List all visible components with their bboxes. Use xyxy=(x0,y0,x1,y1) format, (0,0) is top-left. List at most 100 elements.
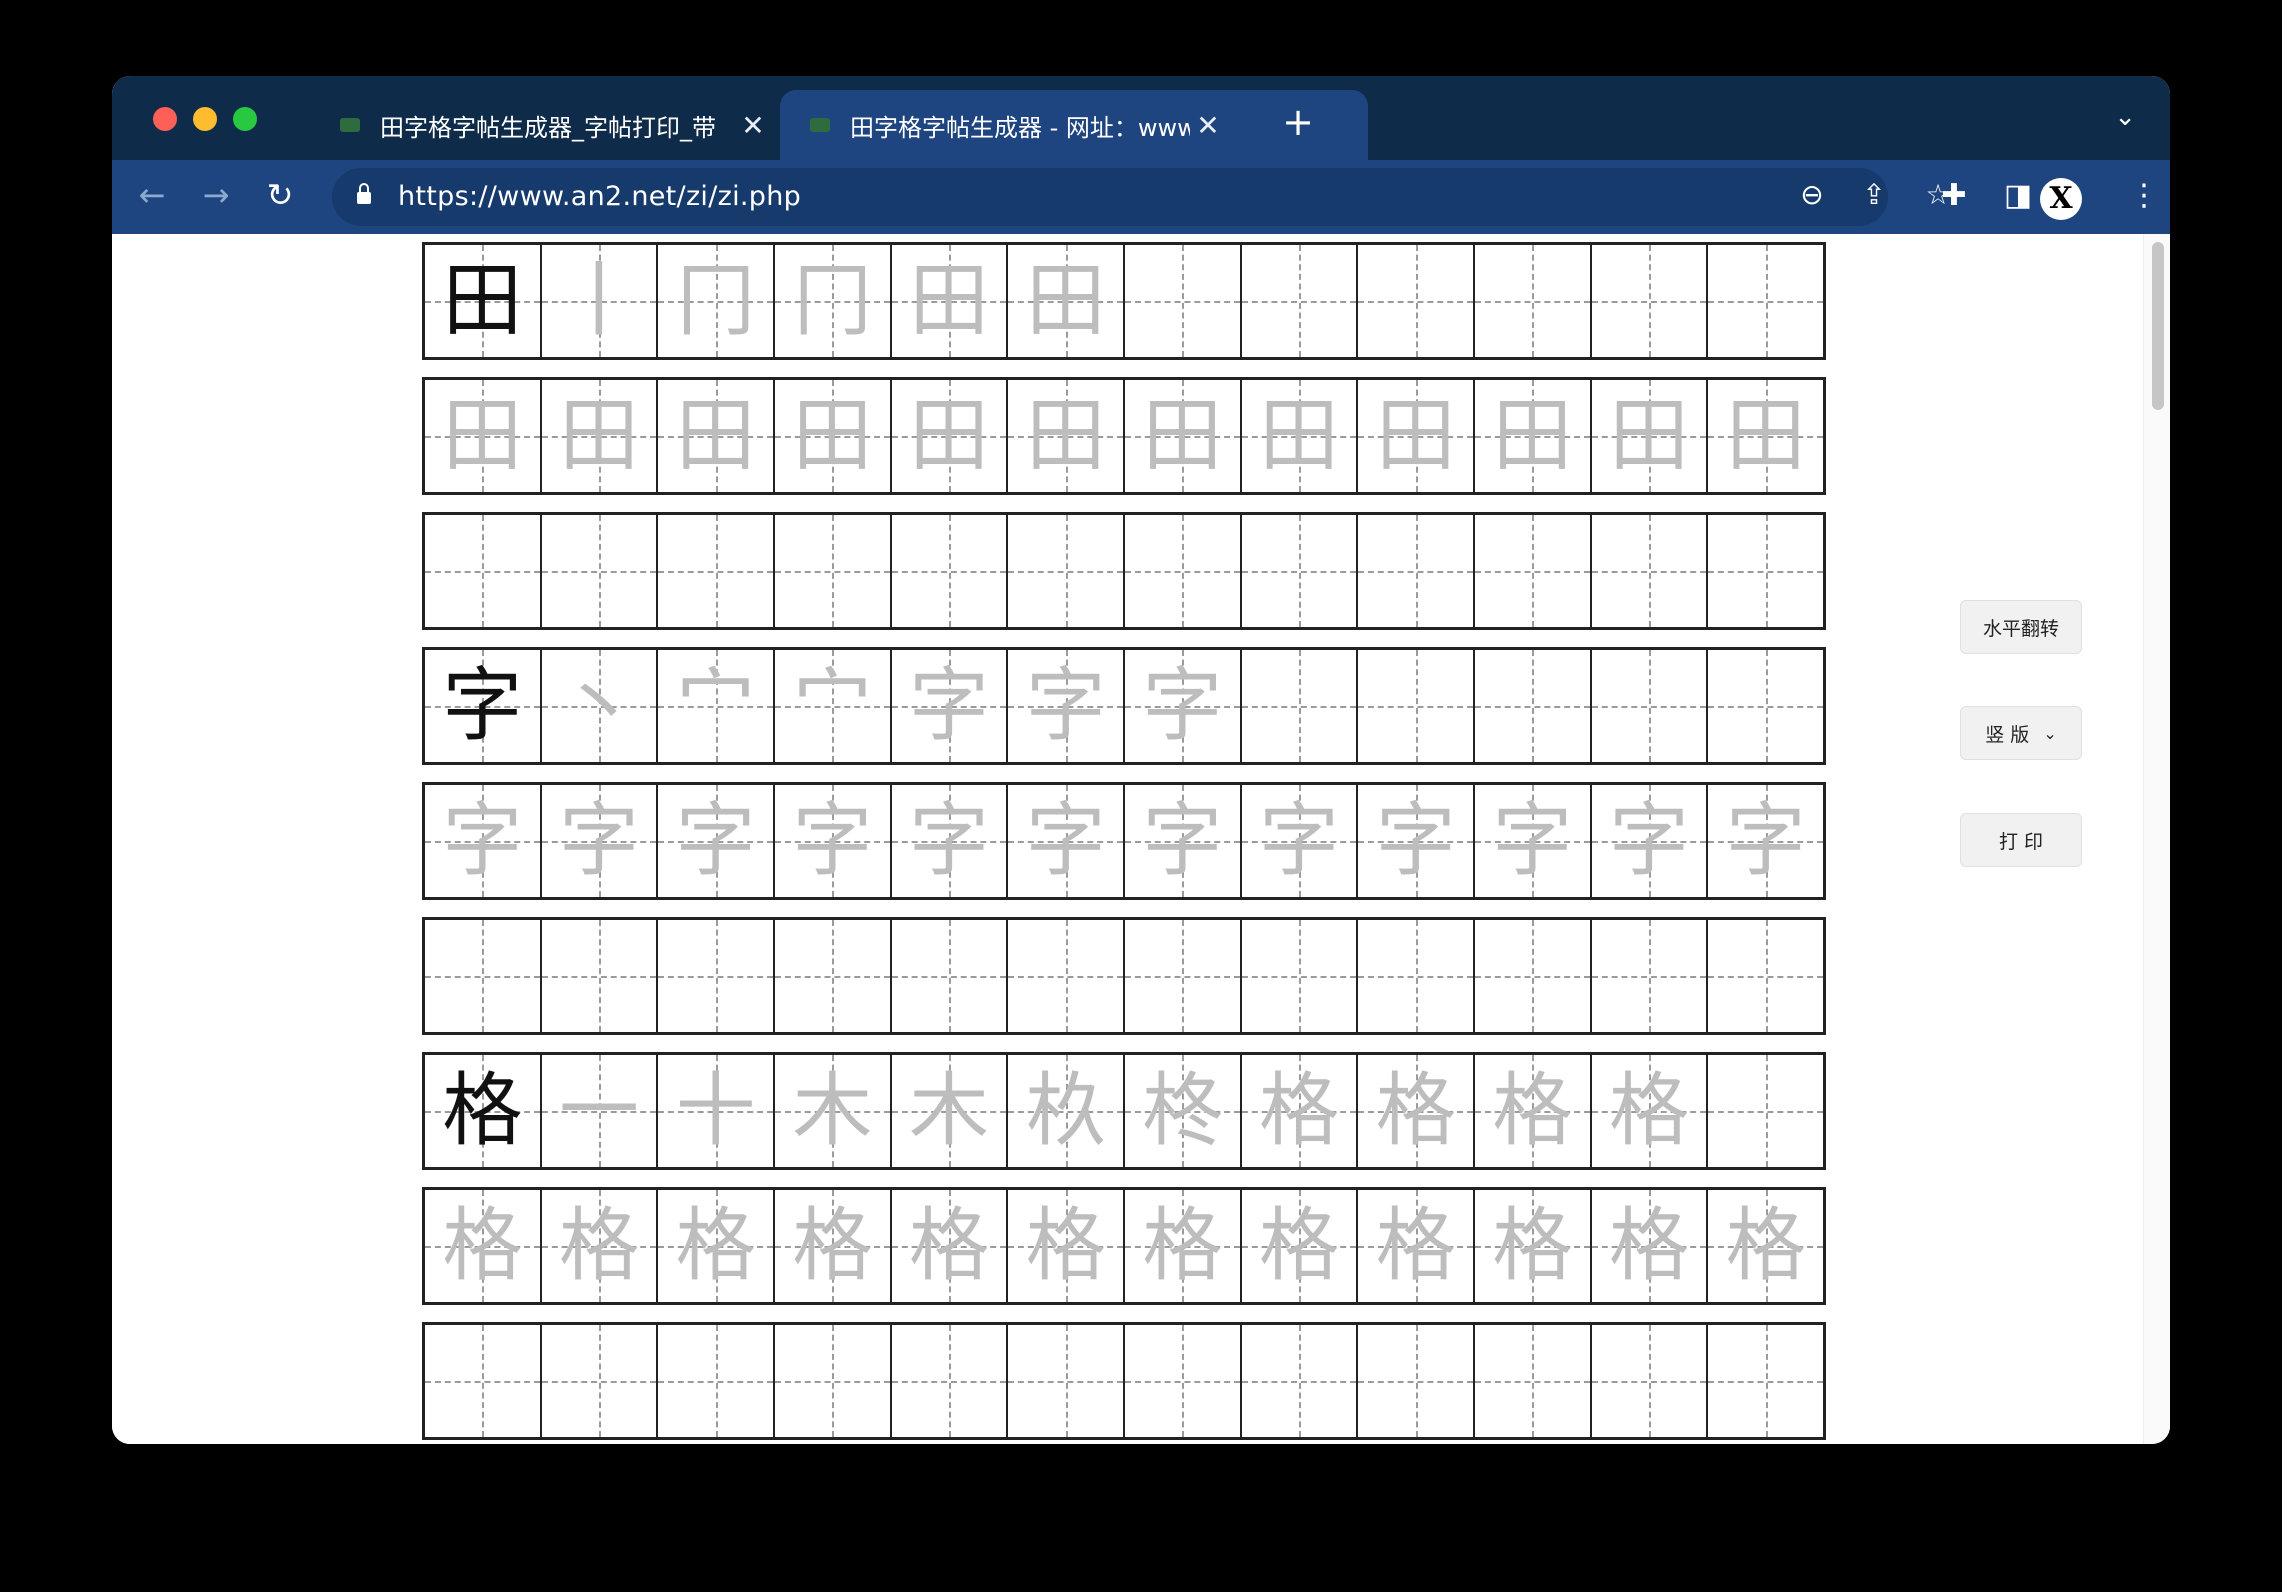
trace-character: 田 xyxy=(559,389,639,482)
tianzige-cell xyxy=(425,920,542,1032)
tianzige-cell xyxy=(425,1325,542,1437)
tianzige-cell xyxy=(425,515,542,627)
tianzige-cell xyxy=(1358,515,1476,627)
tianzige-cell: 宀 xyxy=(775,650,892,762)
trace-character: 格 xyxy=(909,1199,990,1292)
tianzige-cell xyxy=(658,920,776,1032)
trace-character: 丨 xyxy=(559,254,639,347)
zoom-icon[interactable]: ⊖ xyxy=(1792,178,1832,211)
extensions-puzzle-icon[interactable]: ✚ xyxy=(1934,178,1974,213)
trace-character: 字 xyxy=(1725,794,1806,887)
trace-character xyxy=(1358,920,1473,1032)
trace-character: 木 xyxy=(792,1064,873,1157)
tianzige-cell xyxy=(891,515,1009,627)
profile-avatar[interactable]: X xyxy=(2040,178,2082,220)
trace-character: 格 xyxy=(1492,1064,1573,1157)
grid-row-blank xyxy=(422,1322,1826,1440)
trace-character xyxy=(1592,920,1707,1032)
scrollbar[interactable] xyxy=(2143,234,2170,1444)
close-tab-icon[interactable]: ✕ xyxy=(1190,109,1226,142)
trace-character xyxy=(1475,920,1590,1032)
trace-character xyxy=(892,515,1007,627)
tianzige-cell: 格 xyxy=(425,1190,542,1302)
trace-character: 格 xyxy=(1609,1064,1690,1157)
url-text[interactable]: https://www.an2.net/zi/zi.php xyxy=(398,181,801,212)
trace-character: 字 xyxy=(1025,659,1106,752)
trace-character: 田 xyxy=(909,254,990,347)
trace-character: 田 xyxy=(1025,254,1106,347)
trace-character: 田 xyxy=(792,389,873,482)
trace-character xyxy=(1358,515,1473,627)
trace-character xyxy=(1358,650,1473,762)
menu-kebab-icon[interactable]: ⋮ xyxy=(2124,178,2164,213)
tianzige-cell: 田 xyxy=(658,380,776,492)
tianzige-cell xyxy=(1591,1325,1709,1437)
trace-character xyxy=(1242,650,1357,762)
tianzige-cell xyxy=(1008,1325,1126,1437)
trace-character: 字 xyxy=(1492,794,1573,887)
trace-character xyxy=(775,1325,890,1437)
trace-character xyxy=(658,920,773,1032)
trace-character: 格 xyxy=(1375,1199,1456,1292)
tianzige-cell xyxy=(1475,920,1592,1032)
tianzige-cell: 田 xyxy=(891,380,1009,492)
trace-character xyxy=(1008,515,1123,627)
model-character: 格 xyxy=(442,1064,523,1157)
trace-character: 字 xyxy=(1142,794,1223,887)
tab-search-chevron-icon[interactable]: ⌄ xyxy=(2114,102,2136,132)
favicon-icon xyxy=(340,118,360,132)
tianzige-cell: 杦 xyxy=(1008,1055,1126,1167)
trace-character: 字 xyxy=(559,794,639,887)
flip-horizontal-button[interactable]: 水平翻转 xyxy=(1960,600,2082,654)
tianzige-cell: 冂 xyxy=(658,245,776,357)
tianzige-cell: 木 xyxy=(775,1055,892,1167)
close-tab-icon[interactable]: ✕ xyxy=(735,109,771,142)
back-arrow-icon[interactable]: ← xyxy=(132,176,172,214)
trace-character: 格 xyxy=(792,1199,873,1292)
trace-character xyxy=(1008,920,1123,1032)
tianzige-cell: 格 xyxy=(1591,1190,1709,1302)
close-window-button[interactable] xyxy=(153,107,177,131)
trace-character xyxy=(542,515,657,627)
trace-character: 字 xyxy=(1025,794,1106,887)
trace-character xyxy=(425,515,540,627)
browser-window: 田字格字帖生成器_字帖打印_带 ✕ 田字格字帖生成器 - 网址：www ✕ + … xyxy=(112,76,2170,1444)
model-character: 字 xyxy=(442,659,523,752)
address-bar[interactable]: https://www.an2.net/zi/zi.php ⊖ ⇪ ☆ xyxy=(332,168,1951,226)
tianzige-cell xyxy=(658,515,776,627)
tianzige-cell: 十 xyxy=(658,1055,776,1167)
trace-character xyxy=(1708,1055,1823,1167)
trace-character: 田 xyxy=(1142,389,1223,482)
scrollbar-thumb[interactable] xyxy=(2152,242,2164,410)
print-button[interactable]: 打 印 xyxy=(1960,813,2082,867)
tianzige-cell: 丨 xyxy=(541,245,659,357)
tab-title: 田字格字帖生成器_字帖打印_带 xyxy=(380,113,716,142)
trace-character: 田 xyxy=(909,389,990,482)
tianzige-cell: 格 xyxy=(775,1190,892,1302)
tianzige-cell xyxy=(1708,1055,1823,1167)
tianzige-cell: 字 xyxy=(425,650,542,762)
trace-character xyxy=(1125,245,1240,357)
trace-character: 格 xyxy=(675,1199,756,1292)
tianzige-cell: 字 xyxy=(891,650,1009,762)
side-panel-icon[interactable]: ◨ xyxy=(1998,178,2038,213)
tab-strip: 田字格字帖生成器_字帖打印_带 ✕ 田字格字帖生成器 - 网址：www ✕ + … xyxy=(112,76,2170,160)
grid-row-strokes: 字丶宀宀字字字 xyxy=(422,647,1826,765)
tianzige-cell: 字 xyxy=(1591,785,1709,897)
trace-character xyxy=(1475,245,1590,357)
new-tab-button[interactable]: + xyxy=(1276,100,1320,144)
forward-arrow-icon[interactable]: → xyxy=(196,176,236,214)
tianzige-cell xyxy=(541,515,659,627)
layout-select[interactable]: 竖 版 ⌄ xyxy=(1960,706,2082,760)
tianzige-cell: 字 xyxy=(1125,650,1242,762)
tianzige-cell xyxy=(1708,920,1823,1032)
reload-icon[interactable]: ↻ xyxy=(260,176,300,214)
minimize-window-button[interactable] xyxy=(193,107,217,131)
tianzige-cell: 字 xyxy=(425,785,542,897)
trace-character: 冂 xyxy=(792,254,873,347)
maximize-window-button[interactable] xyxy=(233,107,257,131)
tianzige-cell: 格 xyxy=(1708,1190,1823,1302)
trace-character xyxy=(1242,245,1357,357)
share-icon[interactable]: ⇪ xyxy=(1854,178,1894,211)
grid-row-blank xyxy=(422,512,1826,630)
